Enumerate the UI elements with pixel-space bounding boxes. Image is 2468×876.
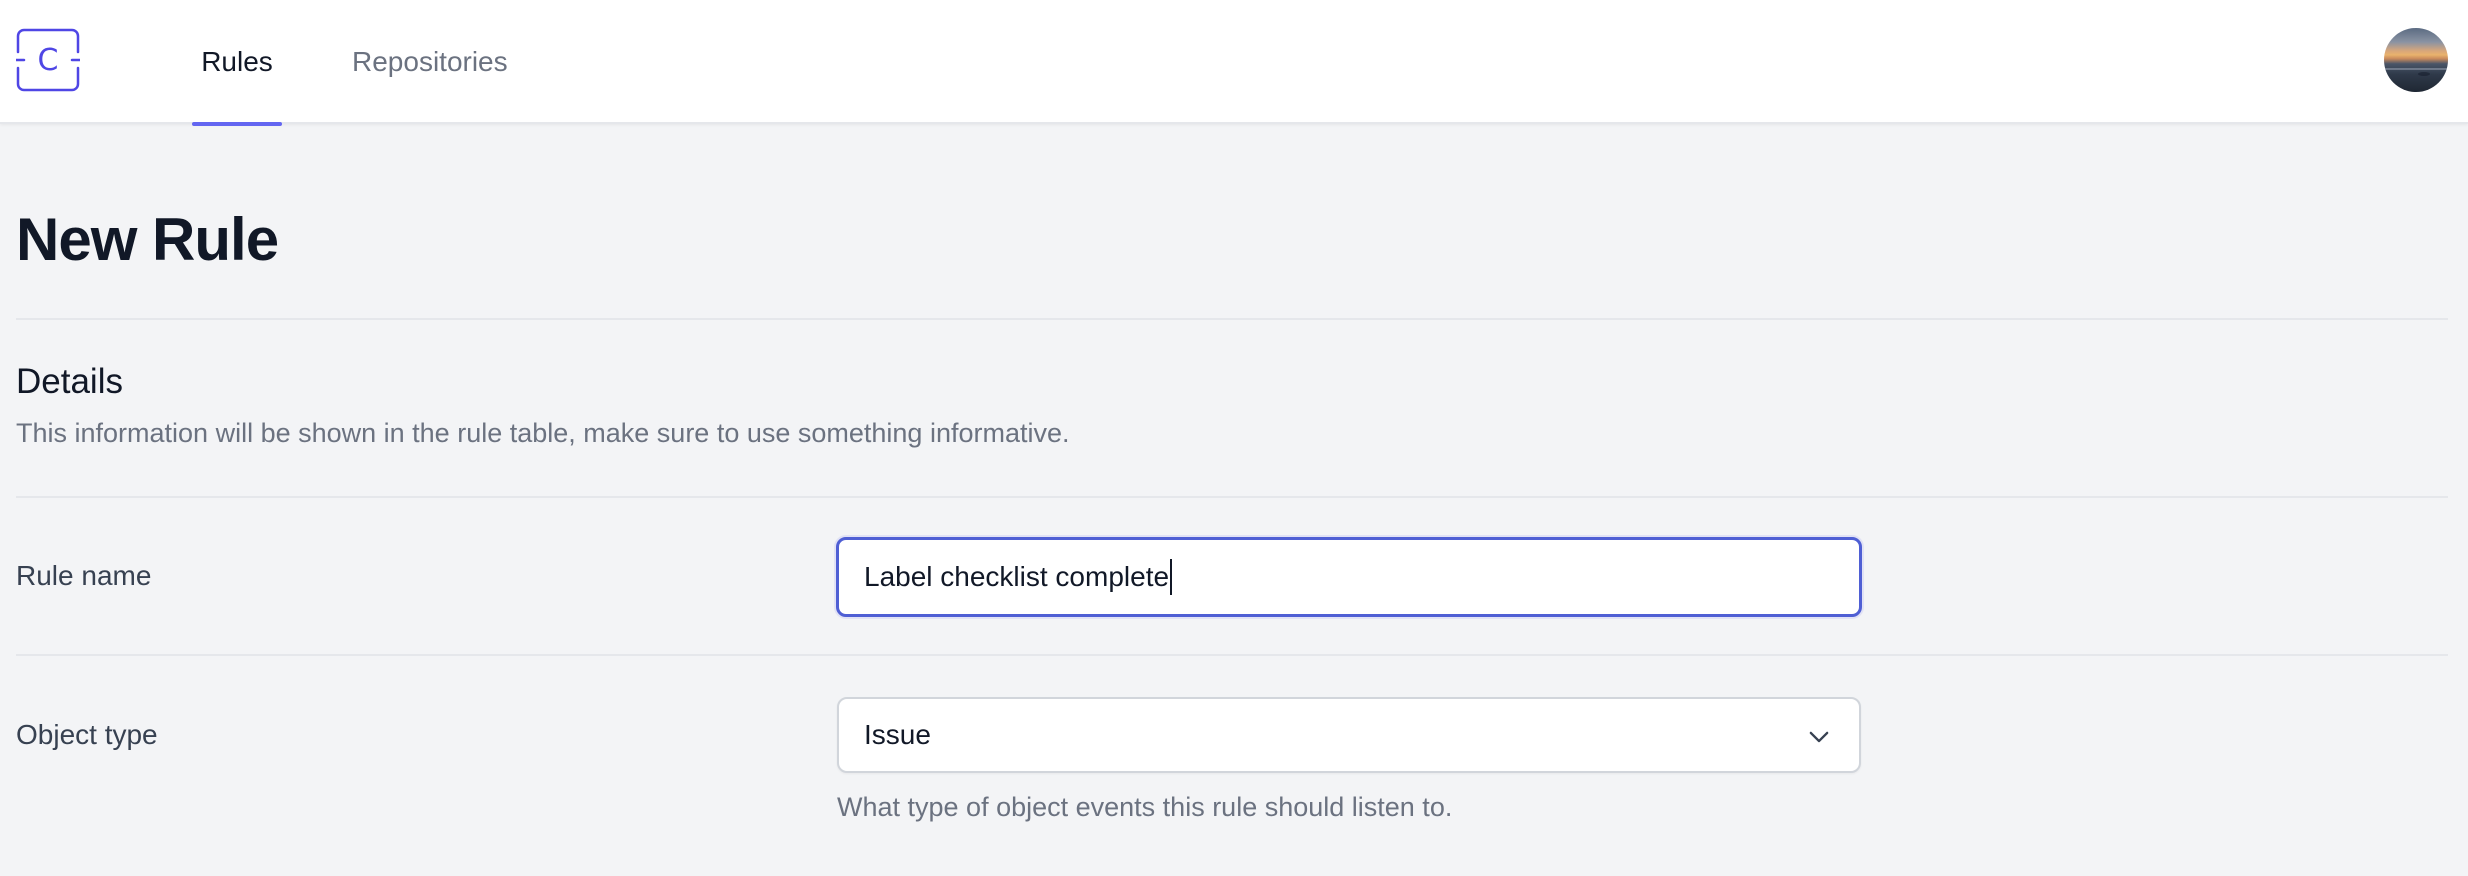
rule-name-input[interactable]: Label checklist complete (836, 537, 1862, 617)
tab-rules-label: Rules (201, 46, 273, 77)
object-type-selected: Issue (864, 719, 931, 750)
rule-name-value: Label checklist complete (864, 561, 1170, 592)
app-logo[interactable]: C (16, 28, 80, 92)
user-avatar[interactable] (2384, 28, 2448, 92)
row-divider (16, 654, 2448, 656)
object-type-select[interactable]: Issue (837, 697, 1861, 773)
avatar-photo-icon (2384, 68, 2448, 76)
details-description: This information will be shown in the ru… (16, 418, 1070, 448)
top-nav: C Rules Repositories (0, 0, 2468, 126)
tab-repositories[interactable]: Repositories (352, 0, 508, 124)
chevron-down-icon (1805, 723, 1833, 751)
active-tab-indicator (192, 122, 282, 126)
title-divider (16, 318, 2448, 320)
text-caret (1170, 559, 1173, 595)
details-heading: Details (16, 362, 123, 401)
object-type-label: Object type (16, 719, 158, 750)
object-type-help: What type of object events this rule sho… (837, 792, 1453, 822)
logo-letter: C (37, 42, 59, 78)
rule-name-label: Rule name (16, 560, 152, 591)
page-title: New Rule (16, 206, 279, 273)
tab-rules[interactable]: Rules (192, 0, 282, 126)
section-divider (16, 496, 2448, 498)
tab-repositories-label: Repositories (352, 46, 508, 77)
